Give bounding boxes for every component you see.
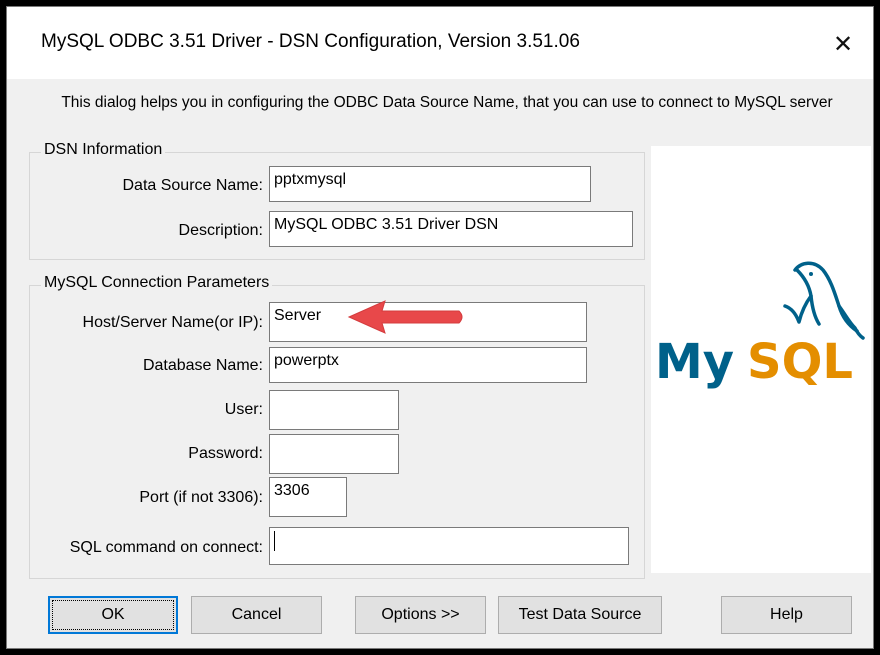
- host-label: Host/Server Name(or IP):: [82, 314, 263, 331]
- title-bar[interactable]: MySQL ODBC 3.51 Driver - DSN Configurati…: [7, 7, 873, 79]
- help-button[interactable]: Help: [721, 596, 852, 634]
- cancel-button[interactable]: Cancel: [191, 596, 322, 634]
- options-button-label: Options >>: [381, 606, 460, 623]
- close-button[interactable]: ✕: [813, 23, 873, 65]
- data-source-name-label: Data Source Name:: [122, 177, 263, 194]
- port-field[interactable]: 3306: [269, 477, 347, 517]
- mysql-logo: My SQL: [655, 261, 865, 390]
- test-data-source-button[interactable]: Test Data Source: [498, 596, 662, 634]
- text-caret: [274, 531, 275, 551]
- data-source-name-field[interactable]: pptxmysql: [269, 166, 591, 202]
- ok-button[interactable]: OK: [48, 596, 178, 634]
- test-data-source-button-label: Test Data Source: [518, 606, 642, 623]
- description-field[interactable]: MySQL ODBC 3.51 Driver DSN: [269, 211, 633, 247]
- dsn-configuration-dialog: MySQL ODBC 3.51 Driver - DSN Configurati…: [6, 6, 874, 649]
- database-name-field[interactable]: powerptx: [269, 347, 587, 383]
- password-label: Password:: [188, 445, 263, 462]
- focus-rectangle: [52, 600, 174, 630]
- mysql-logo-sql-text: SQL: [747, 334, 853, 390]
- dolphin-icon: [783, 261, 865, 340]
- dsn-information-title: DSN Information: [41, 141, 166, 159]
- port-label: Port (if not 3306):: [139, 489, 263, 506]
- user-field[interactable]: [269, 390, 399, 430]
- mysql-logo-my-text: My: [655, 334, 734, 390]
- mysql-logo-panel: My SQL: [651, 146, 871, 573]
- options-button[interactable]: Options >>: [355, 596, 486, 634]
- description-label: Description:: [178, 222, 263, 239]
- password-field[interactable]: [269, 434, 399, 474]
- window-title: MySQL ODBC 3.51 Driver - DSN Configurati…: [41, 31, 580, 52]
- cancel-button-label: Cancel: [231, 606, 282, 623]
- arrow-left-icon: [347, 300, 463, 334]
- sql-command-label: SQL command on connect:: [69, 539, 263, 556]
- sql-command-field[interactable]: [269, 527, 629, 565]
- close-icon: ✕: [832, 30, 854, 58]
- database-name-label: Database Name:: [142, 357, 263, 374]
- help-button-label: Help: [770, 606, 803, 623]
- user-label: User:: [224, 401, 263, 418]
- intro-text: This dialog helps you in configuring the…: [61, 94, 833, 111]
- connection-parameters-title: MySQL Connection Parameters: [41, 274, 273, 292]
